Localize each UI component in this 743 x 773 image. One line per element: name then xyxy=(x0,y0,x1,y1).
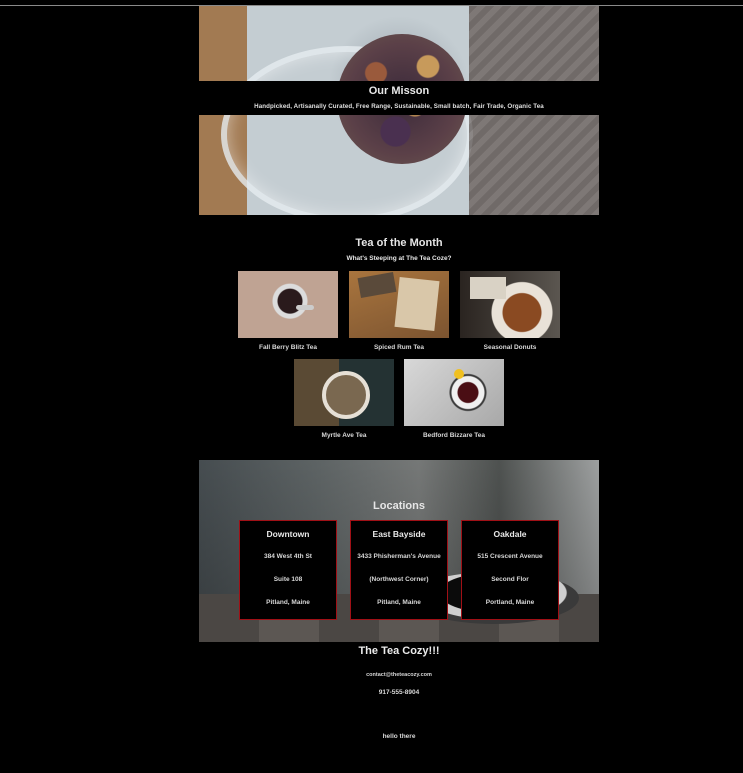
location-name: East Bayside xyxy=(372,529,426,539)
location-card-oakdale: Oakdale 515 Crescent Avenue Second Flor … xyxy=(461,520,559,620)
location-address-line: 384 West 4th St xyxy=(264,553,312,560)
tea-card-seasonal-donuts[interactable]: Seasonal Donuts xyxy=(460,271,560,351)
footer-email-link[interactable]: contact@theteacozy.com xyxy=(199,672,599,678)
footer-phone: 917-555-8904 xyxy=(378,689,420,696)
tea-image-fall-berry xyxy=(238,271,338,338)
tea-image-seasonal-donuts xyxy=(460,271,560,338)
tea-card-myrtle-ave[interactable]: Myrtle Ave Tea xyxy=(294,359,394,439)
location-city: Portland, Maine xyxy=(485,599,535,606)
location-card-downtown: Downtown 384 West 4th St Suite 108 Pitla… xyxy=(239,520,337,620)
footer-note: hello there xyxy=(382,733,416,740)
location-address-line: Second Flor xyxy=(491,576,529,583)
location-address-line: 3433 Phisherman's Avenue xyxy=(357,553,441,560)
tea-image-myrtle-ave xyxy=(294,359,394,426)
locations-title: Locations xyxy=(373,500,425,512)
tea-of-month-subtitle: What's Steeping at The Tea Coze? xyxy=(346,255,452,262)
location-name: Oakdale xyxy=(493,529,527,539)
tea-caption: Fall Berry Blitz Tea xyxy=(258,344,318,351)
mission-hero: Our Misson Handpicked, Artisanally Curat… xyxy=(199,6,599,215)
locations-section: Locations Downtown 384 West 4th St Suite… xyxy=(199,460,599,642)
location-address-line: (Northwest Corner) xyxy=(369,576,429,583)
location-address-line: Suite 108 xyxy=(273,576,303,583)
tea-caption: Myrtle Ave Tea xyxy=(321,432,367,439)
tea-card-spiced-rum[interactable]: Spiced Rum Tea xyxy=(349,271,449,351)
location-city: Pitland, Maine xyxy=(377,599,421,606)
tea-caption: Seasonal Donuts xyxy=(483,344,537,351)
tea-image-spiced-rum xyxy=(349,271,449,338)
tea-image-bedford-bizzare xyxy=(404,359,504,426)
location-address-line: 515 Crescent Avenue xyxy=(477,553,543,560)
location-name: Downtown xyxy=(266,529,310,539)
footer-brand: The Tea Cozy!!! xyxy=(358,645,440,657)
tea-card-bedford-bizzare[interactable]: Bedford Bizzare Tea xyxy=(404,359,504,439)
mission-subtitle: Handpicked, Artisanally Curated, Free Ra… xyxy=(254,103,544,110)
tea-caption: Bedford Bizzare Tea xyxy=(422,432,485,439)
tea-card-fall-berry[interactable]: Fall Berry Blitz Tea xyxy=(238,271,338,351)
location-city: Pitland, Maine xyxy=(266,599,310,606)
mission-title: Our Misson xyxy=(368,85,430,97)
tea-of-month-title: Tea of the Month xyxy=(355,237,443,249)
tea-caption: Spiced Rum Tea xyxy=(373,344,425,351)
location-card-east-bayside: East Bayside 3433 Phisherman's Avenue (N… xyxy=(350,520,448,620)
